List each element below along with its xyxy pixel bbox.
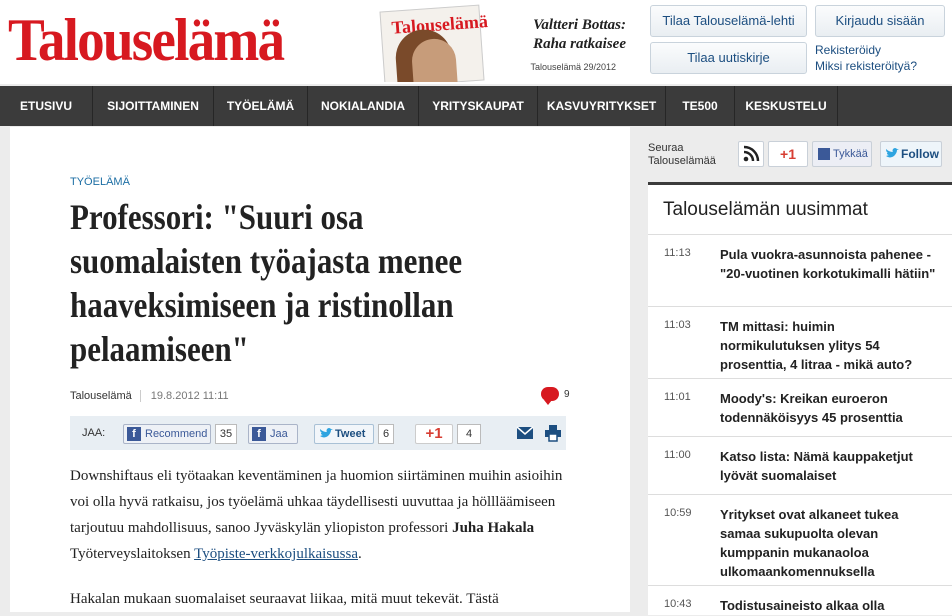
magazine-cover-page: Talouselämä	[379, 4, 488, 82]
follow-label-text: Follow	[901, 147, 939, 161]
main-navigation: ETUSIVU SIJOITTAMINEN TYÖELÄMÄ NOKIALAND…	[0, 86, 952, 126]
news-time: 11:00	[664, 449, 691, 461]
nav-item-keskustelu[interactable]: KESKUSTELU	[735, 86, 838, 126]
recommend-label: Recommend	[145, 428, 208, 440]
latest-news-box: Talouselämän uusimmat 11:13 Pula vuokra-…	[648, 182, 952, 615]
subscribe-newsletter-button[interactable]: Tilaa uutiskirje	[650, 42, 807, 74]
email-icon[interactable]	[516, 426, 534, 440]
article-title: Professori: "Suuri osa suomalaisten työa…	[70, 197, 463, 369]
teaser-line-1: Valtteri Bottas:	[533, 17, 626, 33]
latest-news-title: Talouselämän uusimmat	[663, 199, 868, 220]
nav-item-kasvuyritykset[interactable]: KASVUYRITYKSET	[538, 86, 666, 126]
article-paragraph-2: Hakalan mukaan suomalaiset seuraavat lii…	[70, 591, 499, 607]
facebook-icon: f	[252, 427, 266, 441]
twitter-follow-button[interactable]: Follow	[880, 141, 942, 167]
login-button[interactable]: Kirjaudu sisään	[815, 5, 945, 37]
thumbs-up-icon	[818, 148, 830, 160]
news-item[interactable]: 11:03 TM mittasi: huimin normikulutuksen…	[648, 306, 952, 378]
google-plus-one-button[interactable]: +1	[415, 424, 453, 444]
twitter-bird-icon	[886, 148, 899, 158]
nav-item-nokialandia[interactable]: NOKIALANDIA	[308, 86, 419, 126]
share-fb-label: Jaa	[270, 428, 288, 440]
like-label: Tykkää	[833, 148, 868, 160]
news-item[interactable]: 11:00 Katso lista: Nämä kauppaketjut lyö…	[648, 436, 952, 494]
share-label: JAA:	[82, 427, 106, 439]
issue-teaser[interactable]: Valtteri Bottas: Raha ratkaisee	[508, 16, 626, 54]
nav-item-yrityskaupat[interactable]: YRITYSKAUPAT	[419, 86, 538, 126]
register-link[interactable]: Rekisteröidy	[815, 42, 917, 58]
news-headline[interactable]: Yritykset ovat alkaneet tukea samaa suku…	[720, 505, 942, 581]
why-register-link[interactable]: Miksi rekisteröityä?	[815, 58, 917, 74]
news-headline[interactable]: Todistusaineisto alkaa olla	[720, 596, 942, 615]
teaser-line-2: Raha ratkaisee	[533, 36, 626, 52]
paragraph-1-text-2: Työterveyslaitoksen	[70, 546, 195, 562]
news-time: 11:13	[664, 247, 691, 259]
article-category[interactable]: TYÖELÄMÄ	[70, 176, 130, 188]
news-item[interactable]: 11:01 Moody's: Kreikan euroeron todennäk…	[648, 378, 952, 436]
facebook-share-button[interactable]: f Jaa	[248, 424, 298, 444]
google-plus-follow-button[interactable]: +1	[768, 141, 808, 167]
paragraph-1-end: .	[358, 546, 362, 562]
news-headline[interactable]: Pula vuokra-asunnoista pahenee - "20-vuo…	[720, 245, 942, 283]
facebook-like-button[interactable]: Tykkää	[812, 141, 872, 167]
issue-number: Talouselämä 29/2012	[530, 62, 616, 72]
follow-label-line-2: Talouselämää	[648, 155, 716, 167]
news-time: 10:43	[664, 598, 692, 610]
tweet-button[interactable]: Tweet	[314, 424, 374, 444]
news-time: 10:59	[664, 507, 692, 519]
subscribe-magazine-button[interactable]: Tilaa Talouselämä-lehti	[650, 5, 807, 37]
news-headline[interactable]: Katso lista: Nämä kauppaketjut lyövät su…	[720, 447, 942, 485]
gplus-label: +1	[425, 425, 443, 442]
news-time: 11:01	[664, 391, 691, 403]
facebook-recommend-button[interactable]: f Recommend	[123, 424, 211, 444]
news-item[interactable]: 10:59 Yritykset ovat alkaneet tukea sama…	[648, 494, 952, 585]
sidebar: Seuraa Talouselämää +1 Tykkää Follow Tal…	[648, 127, 952, 615]
share-bar: JAA: f Recommend 35 f Jaa Tweet 6 +1 4	[70, 416, 566, 450]
rss-icon	[743, 145, 760, 162]
news-item[interactable]: 11:13 Pula vuokra-asunnoista pahenee - "…	[648, 234, 952, 306]
site-header: Talouselämä Talouselämä Valtteri Bottas:…	[0, 0, 952, 84]
tyopiste-link[interactable]: Työpiste-verkkojulkaisussa	[194, 546, 358, 562]
twitter-bird-icon	[320, 428, 333, 438]
person-name: Juha Hakala	[452, 520, 535, 536]
article: TYÖELÄMÄ Professori: "Suuri osa suomalai…	[10, 127, 630, 612]
facebook-icon: f	[127, 427, 141, 441]
tweet-label: Tweet	[335, 428, 366, 440]
follow-label-line-1: Seuraa	[648, 142, 684, 154]
register-links: Rekisteröidy Miksi rekisteröityä?	[815, 42, 917, 74]
news-time: 11:03	[664, 319, 691, 331]
print-icon[interactable]	[544, 424, 562, 442]
magazine-cover-image[interactable]: Talouselämä	[376, 4, 496, 82]
comment-icon[interactable]	[541, 387, 559, 405]
nav-item-sijoittaminen[interactable]: SIJOITTAMINEN	[93, 86, 214, 126]
tweet-count: 6	[378, 424, 394, 444]
article-source: Talouselämä	[70, 390, 132, 402]
nav-item-etusivu[interactable]: ETUSIVU	[0, 86, 93, 126]
article-paragraph-1: Downshiftaus eli työtaakan keventäminen …	[70, 463, 570, 567]
nav-item-te500[interactable]: TE500	[666, 86, 735, 126]
gplus-count: 4	[457, 424, 481, 444]
follow-label: Seuraa Talouselämää	[648, 142, 716, 168]
comment-count[interactable]: 9	[564, 389, 570, 400]
news-item[interactable]: 10:43 Todistusaineisto alkaa olla	[648, 585, 952, 616]
nav-item-tyoelama[interactable]: TYÖELÄMÄ	[214, 86, 308, 126]
cover-portrait	[410, 37, 459, 82]
site-logo[interactable]: Talouselämä	[8, 2, 285, 78]
article-meta: Talouselämä 19.8.2012 11:11	[70, 390, 229, 402]
news-headline[interactable]: TM mittasi: huimin normikulutuksen ylity…	[720, 317, 942, 374]
recommend-count: 35	[215, 424, 237, 444]
article-date: 19.8.2012 11:11	[139, 390, 229, 402]
magazine-cover-title: Talouselämä	[390, 11, 489, 38]
rss-button[interactable]	[738, 141, 764, 167]
news-headline[interactable]: Moody's: Kreikan euroeron todennäköisyys…	[720, 389, 942, 427]
